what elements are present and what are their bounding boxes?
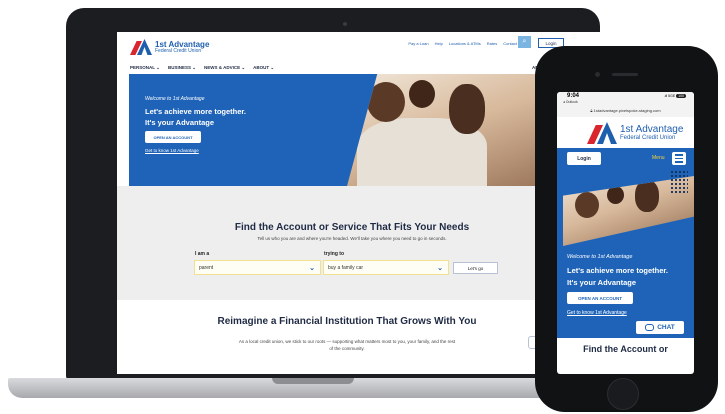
- hero-subheadline: It's your Advantage: [567, 278, 637, 287]
- finder-subtitle: Tell us who you are and where you're hea…: [257, 236, 447, 241]
- status-bar: 9:04 ◂ Outlook .ıll 5GE 100: [557, 92, 694, 108]
- mobile-nav-bar: Login Menu: [557, 148, 694, 170]
- hero-banner: Welcome to 1st Advantage Let's achieve m…: [129, 74, 599, 186]
- mobile-website: 9:04 ◂ Outlook .ıll 5GE 100 🔒︎ 1stadvant…: [557, 92, 694, 374]
- nav-about[interactable]: ABOUT ⌄: [253, 65, 274, 71]
- chat-label: CHAT: [657, 324, 675, 331]
- url-text: 1stadvantage.pixelspoke-staging.com: [593, 108, 661, 113]
- util-link-pay-loan[interactable]: Pay a Loan: [408, 41, 428, 46]
- open-account-button[interactable]: OPEN AN ACCOUNT: [567, 292, 633, 304]
- nav-business[interactable]: BUSINESS ⌄: [168, 65, 196, 71]
- battery-icon: 100: [676, 94, 686, 98]
- hamburger-menu-icon[interactable]: [672, 152, 686, 165]
- chat-bubble-icon: [645, 324, 655, 331]
- brand-name: 1st Advantage: [620, 124, 684, 135]
- utility-nav: Pay a Loan Help Locations & ATMs Rates C…: [408, 41, 517, 46]
- main-nav: PERSONAL ⌄ BUSINESS ⌄ NEWS & ADVICE ⌄ AB…: [130, 65, 274, 71]
- mobile-login-button[interactable]: Login: [567, 152, 601, 165]
- chevron-down-icon: ⌄: [309, 265, 315, 272]
- trying-to-select[interactable]: buy a family car ⌄: [323, 260, 449, 275]
- desktop-website: 1st Advantage Federal Credit Union Pay a…: [117, 32, 607, 374]
- laptop-notch: [272, 378, 354, 384]
- hero-welcome: Welcome to 1st Advantage: [145, 96, 205, 102]
- status-icons: .ıll 5GE 100: [663, 94, 686, 98]
- hero-headline: Let's achieve more together.: [567, 266, 668, 275]
- status-time: 9:04: [567, 93, 580, 99]
- search-icon: ⌕: [522, 38, 527, 45]
- chat-button[interactable]: CHAT: [635, 320, 685, 335]
- phone-home-button[interactable]: [607, 378, 639, 410]
- device-mockup-stage: 1st Advantage Federal Credit Union Pay a…: [0, 0, 725, 414]
- brand-subtitle: Federal Credit Union: [620, 135, 676, 141]
- phone-camera: [595, 72, 600, 77]
- i-am-select-value: parent: [199, 264, 214, 271]
- i-am-label: I am a: [195, 251, 210, 257]
- mobile-hero: Welcome to 1st Advantage Let's achieve m…: [557, 170, 694, 338]
- util-link-contact[interactable]: Contact: [503, 41, 517, 46]
- hero-welcome: Welcome to 1st Advantage: [567, 254, 633, 260]
- url-bar[interactable]: 🔒︎ 1stadvantage.pixelspoke-staging.com: [557, 108, 694, 117]
- phone-speaker: [612, 73, 638, 76]
- desktop-logo[interactable]: 1st Advantage Federal Credit Union: [130, 39, 209, 55]
- nav-news-advice[interactable]: NEWS & ADVICE ⌄: [204, 65, 245, 71]
- search-button[interactable]: ⌕: [518, 36, 531, 48]
- i-am-select[interactable]: parent ⌄: [194, 260, 321, 275]
- hero-headline: Let's achieve more together.: [145, 107, 246, 116]
- dot-pattern: [670, 170, 688, 194]
- trying-to-label: trying to: [324, 251, 344, 257]
- chevron-down-icon: ⌄: [437, 265, 443, 272]
- util-link-locations[interactable]: Locations & ATMs: [449, 41, 481, 46]
- finder-title: Find the Account or Service That Fits Yo…: [234, 222, 470, 233]
- reimagine-body: As a local credit union, we stick to our…: [238, 339, 456, 351]
- logo-icon: [130, 39, 152, 55]
- lets-go-button[interactable]: Let's go: [453, 262, 498, 274]
- get-to-know-link[interactable]: Get to know 1st Advantage: [567, 310, 627, 316]
- util-link-rates[interactable]: Rates: [487, 41, 497, 46]
- get-to-know-link[interactable]: Get to know 1st Advantage: [145, 148, 199, 153]
- brand-subtitle: Federal Credit Union: [155, 47, 202, 54]
- mobile-finder-title: Find the Account or: [583, 344, 668, 354]
- nav-personal[interactable]: PERSONAL ⌄: [130, 65, 160, 71]
- trying-to-select-value: buy a family car: [328, 264, 364, 271]
- reimagine-title: Reimagine a Financial Institution That G…: [217, 316, 477, 327]
- back-to-app-link[interactable]: ◂ Outlook: [563, 100, 578, 104]
- logo-icon: [587, 122, 617, 144]
- mobile-logo[interactable]: 1st Advantage Federal Credit Union: [587, 122, 683, 144]
- util-link-help[interactable]: Help: [435, 41, 443, 46]
- menu-label[interactable]: Menu: [652, 155, 665, 161]
- hero-subheadline: It's your Advantage: [145, 118, 215, 127]
- open-account-button[interactable]: OPEN AN ACCOUNT: [145, 131, 201, 143]
- laptop-camera: [343, 22, 347, 26]
- account-finder: Find the Account or Service That Fits Yo…: [117, 186, 607, 300]
